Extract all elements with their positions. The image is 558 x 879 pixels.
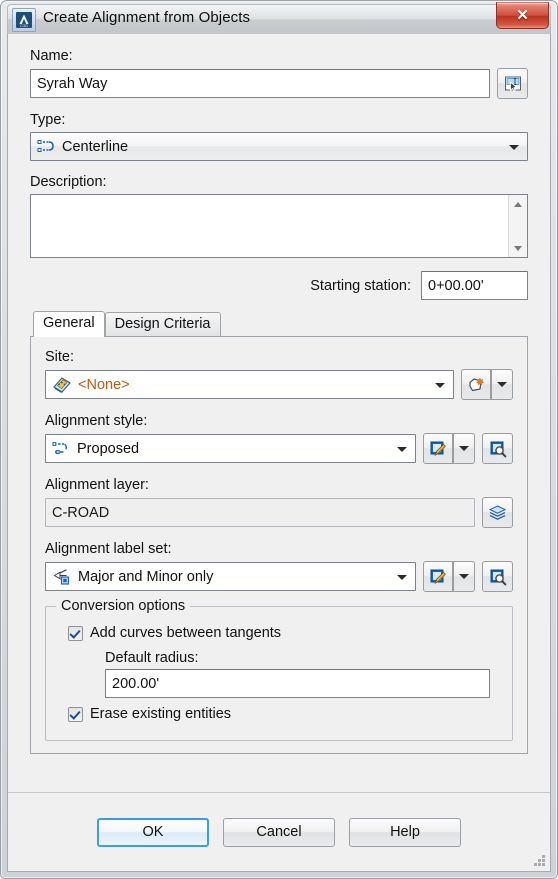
scroll-down-button[interactable]	[509, 239, 527, 257]
alignment-style-label: Alignment style:	[45, 413, 148, 429]
add-curves-checkbox[interactable]	[68, 625, 83, 641]
chevron-down-icon	[435, 382, 445, 388]
triangle-up-icon	[514, 201, 522, 207]
description-label: Description:	[30, 174, 107, 190]
conversion-options-title: Conversion options	[56, 598, 191, 614]
dialog-content: Name: Syrah Way Type: Centerline Descrip…	[8, 34, 550, 793]
alignment-style-combobox[interactable]: Proposed	[45, 434, 416, 463]
add-curves-row[interactable]: Add curves between tangents	[68, 625, 500, 641]
resize-grip[interactable]	[533, 854, 547, 868]
alignment-style-dropdown-button[interactable]	[453, 433, 475, 464]
edit-pencil-icon	[429, 568, 447, 586]
conversion-options-group: Conversion options Add curves between ta…	[45, 598, 513, 741]
label-set-icon	[52, 568, 72, 586]
tab-general[interactable]: General	[33, 311, 105, 337]
description-textarea[interactable]	[30, 194, 528, 258]
new-site-button[interactable]	[461, 369, 491, 400]
edit-label-set-button[interactable]	[423, 561, 453, 592]
erase-existing-checkbox[interactable]	[68, 706, 83, 722]
alignment-layer-label: Alignment layer:	[45, 477, 149, 493]
help-button[interactable]: Help	[349, 817, 461, 847]
dialog-client-area: Name: Syrah Way Type: Centerline Descrip…	[7, 34, 551, 872]
tab-bar: General Design Criteria	[30, 310, 528, 337]
scroll-up-button[interactable]	[509, 195, 527, 213]
close-button[interactable]: ✕	[496, 2, 549, 29]
alignment-style-value: Proposed	[77, 440, 140, 457]
alignment-style-row: Alignment style: Proposed	[45, 413, 513, 464]
name-input[interactable]	[30, 69, 490, 98]
chevron-down-icon	[459, 446, 469, 451]
chevron-down-icon	[459, 574, 469, 579]
cancel-button[interactable]: Cancel	[223, 817, 335, 847]
alignment-label-set-label: Alignment label set:	[45, 541, 172, 557]
add-curves-label: Add curves between tangents	[90, 625, 282, 641]
svg-text:C3D: C3D	[20, 23, 28, 28]
type-row: Type: Centerline	[30, 112, 528, 161]
alignment-label-set-value: Major and Minor only	[78, 568, 214, 585]
erase-existing-label: Erase existing entities	[90, 706, 232, 722]
alignment-style-icon	[52, 440, 71, 457]
pick-name-template-icon	[504, 75, 522, 93]
autodesk-civil3d-icon: C3D	[12, 8, 36, 32]
alignment-label-set-combobox[interactable]: Major and Minor only	[45, 562, 416, 591]
type-value: Centerline	[62, 138, 129, 155]
pick-name-template-button[interactable]	[497, 68, 528, 99]
title-bar: C3D Create Alignment from Objects ✕	[1, 1, 557, 37]
triangle-down-icon	[514, 245, 522, 251]
preview-label-set-button[interactable]	[482, 561, 513, 592]
default-radius-label: Default radius:	[105, 650, 199, 666]
erase-existing-row[interactable]: Erase existing entities	[68, 706, 500, 722]
window-title: Create Alignment from Objects	[43, 9, 251, 26]
tab-design-criteria[interactable]: Design Criteria	[104, 312, 221, 336]
starting-station-row: Starting station:	[30, 271, 528, 300]
edit-pencil-icon	[429, 440, 447, 458]
chevron-down-icon	[397, 446, 407, 452]
starting-station-label: Starting station:	[310, 277, 411, 294]
alignment-label-set-row: Alignment label set: Major and Minor onl…	[45, 541, 513, 592]
chevron-down-icon	[497, 382, 507, 387]
dialog-footer: OK Cancel Help	[8, 792, 550, 871]
edit-alignment-style-button[interactable]	[423, 433, 453, 464]
preview-magnifier-icon	[489, 568, 507, 586]
name-label: Name:	[30, 48, 73, 64]
site-combobox[interactable]: <None>	[45, 370, 454, 399]
default-radius-input[interactable]	[105, 669, 490, 698]
ok-button[interactable]: OK	[97, 817, 209, 847]
preview-magnifier-icon	[489, 440, 507, 458]
label-set-dropdown-button[interactable]	[453, 561, 475, 592]
chevron-down-icon	[509, 144, 519, 150]
site-label: Site:	[45, 349, 75, 365]
site-value: <None>	[78, 376, 130, 393]
preview-alignment-style-button[interactable]	[482, 433, 513, 464]
site-row: Site: <None>	[45, 349, 513, 400]
new-site-icon	[467, 376, 485, 394]
description-row: Description:	[30, 174, 528, 258]
alignment-layer-value: C-ROAD	[45, 498, 475, 527]
type-label: Type:	[30, 112, 66, 128]
description-scrollbar[interactable]	[508, 195, 527, 257]
create-alignment-dialog: C3D Create Alignment from Objects ✕ Name…	[0, 0, 558, 879]
new-site-dropdown-button[interactable]	[491, 369, 513, 400]
name-row: Name:	[30, 48, 528, 99]
starting-station-input[interactable]	[421, 271, 528, 300]
centerline-icon	[37, 138, 56, 155]
general-tab-panel: Site: <None> Alignment style: Proposed A…	[30, 336, 528, 754]
type-combobox[interactable]: Centerline	[30, 132, 528, 161]
layers-icon	[488, 504, 507, 522]
select-layer-button[interactable]	[482, 497, 513, 528]
close-icon: ✕	[516, 7, 529, 24]
chevron-down-icon	[397, 574, 407, 580]
site-icon	[52, 376, 72, 394]
alignment-layer-row: Alignment layer: C-ROAD	[45, 477, 513, 528]
